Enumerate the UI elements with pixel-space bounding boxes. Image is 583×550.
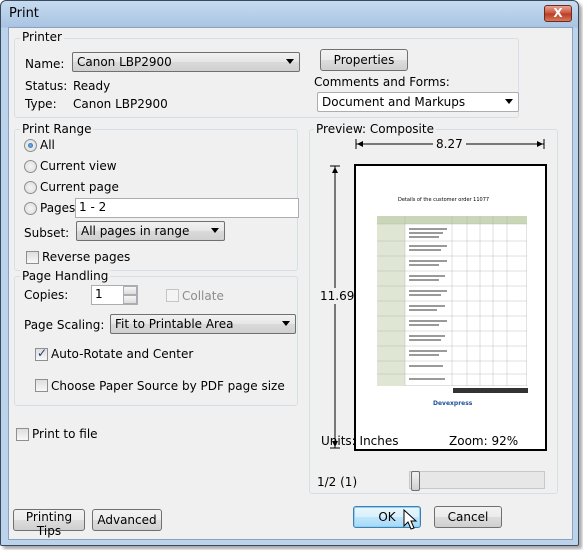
properties-button[interactable]: Properties <box>320 49 408 71</box>
current-view-radio[interactable] <box>24 160 37 173</box>
title-bar[interactable]: Print X <box>1 1 578 27</box>
type-label: Type: <box>25 97 57 111</box>
chevron-down-icon <box>211 228 219 233</box>
status-value: Ready <box>73 79 111 93</box>
pages-radio[interactable] <box>24 202 37 215</box>
print-to-file-checkbox[interactable] <box>16 428 29 441</box>
preview-height-value: 11.69 <box>320 288 355 304</box>
all-label[interactable]: All <box>40 138 55 152</box>
print-range-group-label: Print Range <box>20 122 94 136</box>
current-page-label[interactable]: Current page <box>40 180 119 194</box>
page-scaling-value: Fit to Printable Area <box>115 317 234 331</box>
dialog-body: Printer Name: Canon LBP2900 Properties S… <box>8 27 573 540</box>
preview-page: Details of the customer order 11077 Deve… <box>354 164 547 451</box>
comments-forms-label: Comments and Forms: <box>314 75 450 89</box>
pages-label[interactable]: Pages <box>40 201 75 215</box>
paper-source-checkbox[interactable] <box>35 379 48 392</box>
all-radio[interactable] <box>24 139 37 152</box>
window-title: Print <box>9 6 39 21</box>
status-label: Status: <box>25 79 68 93</box>
page-scaling-label: Page Scaling: <box>24 318 105 332</box>
printer-name-label: Name: <box>25 57 65 71</box>
preview-width-value: 8.27 <box>433 137 466 151</box>
paper-source-label[interactable]: Choose Paper Source by PDF page size <box>51 379 285 393</box>
printer-group-label: Printer <box>20 30 64 44</box>
preview-doc-table <box>377 216 527 386</box>
copies-label: Copies: <box>24 288 69 302</box>
preview-doc-title: Details of the customer order 11077 <box>398 197 490 203</box>
units-label: Units: Inches <box>321 434 399 448</box>
reverse-pages-checkbox[interactable] <box>26 251 39 264</box>
mouse-cursor-icon <box>403 509 418 530</box>
zoom-label: Zoom: 92% <box>449 434 519 448</box>
collate-checkbox[interactable] <box>166 289 179 302</box>
subset-select[interactable]: All pages in range <box>76 221 225 241</box>
current-page-radio[interactable] <box>24 181 37 194</box>
reverse-pages-label[interactable]: Reverse pages <box>42 250 130 264</box>
auto-rotate-checkbox[interactable] <box>35 346 48 361</box>
print-to-file-label[interactable]: Print to file <box>32 427 98 441</box>
subset-label: Subset: <box>24 226 70 240</box>
preview-label: Preview: Composite <box>314 122 436 136</box>
subset-value: All pages in range <box>81 224 190 238</box>
collate-label[interactable]: Collate <box>182 289 224 303</box>
height-dimension-arrow <box>330 165 340 449</box>
preview-doc-total-bar <box>453 388 528 393</box>
chevron-down-icon <box>282 321 290 326</box>
page-scaling-select[interactable]: Fit to Printable Area <box>110 314 296 334</box>
pages-input[interactable]: 1 - 2 <box>75 198 299 218</box>
page-slider[interactable] <box>409 471 545 489</box>
advanced-button[interactable]: Advanced <box>92 509 162 531</box>
printer-name-select[interactable]: Canon LBP2900 <box>72 52 300 72</box>
print-dialog: Print X Printer Name: Canon LBP2900 Prop… <box>0 0 579 546</box>
preview-doc-logo: Devexpress <box>433 400 473 407</box>
current-view-label[interactable]: Current view <box>40 159 117 173</box>
auto-rotate-label[interactable]: Auto-Rotate and Center <box>51 347 193 361</box>
copies-spinner-down[interactable] <box>123 295 137 304</box>
page-slider-thumb[interactable] <box>411 471 420 491</box>
printing-tips-button[interactable]: Printing Tips <box>13 509 85 538</box>
chevron-down-icon <box>286 59 294 64</box>
cancel-button[interactable]: Cancel <box>434 506 502 528</box>
page-indicator: 1/2 (1) <box>317 475 358 489</box>
comments-forms-select[interactable]: Document and Markups <box>317 92 519 112</box>
chevron-down-icon <box>505 99 513 104</box>
page-handling-group-label: Page Handling <box>20 269 111 283</box>
close-button[interactable]: X <box>544 5 572 22</box>
comments-forms-value: Document and Markups <box>322 95 466 109</box>
type-value: Canon LBP2900 <box>73 97 168 111</box>
printer-name-value: Canon LBP2900 <box>77 55 172 69</box>
copies-spinner-up[interactable] <box>123 286 137 295</box>
